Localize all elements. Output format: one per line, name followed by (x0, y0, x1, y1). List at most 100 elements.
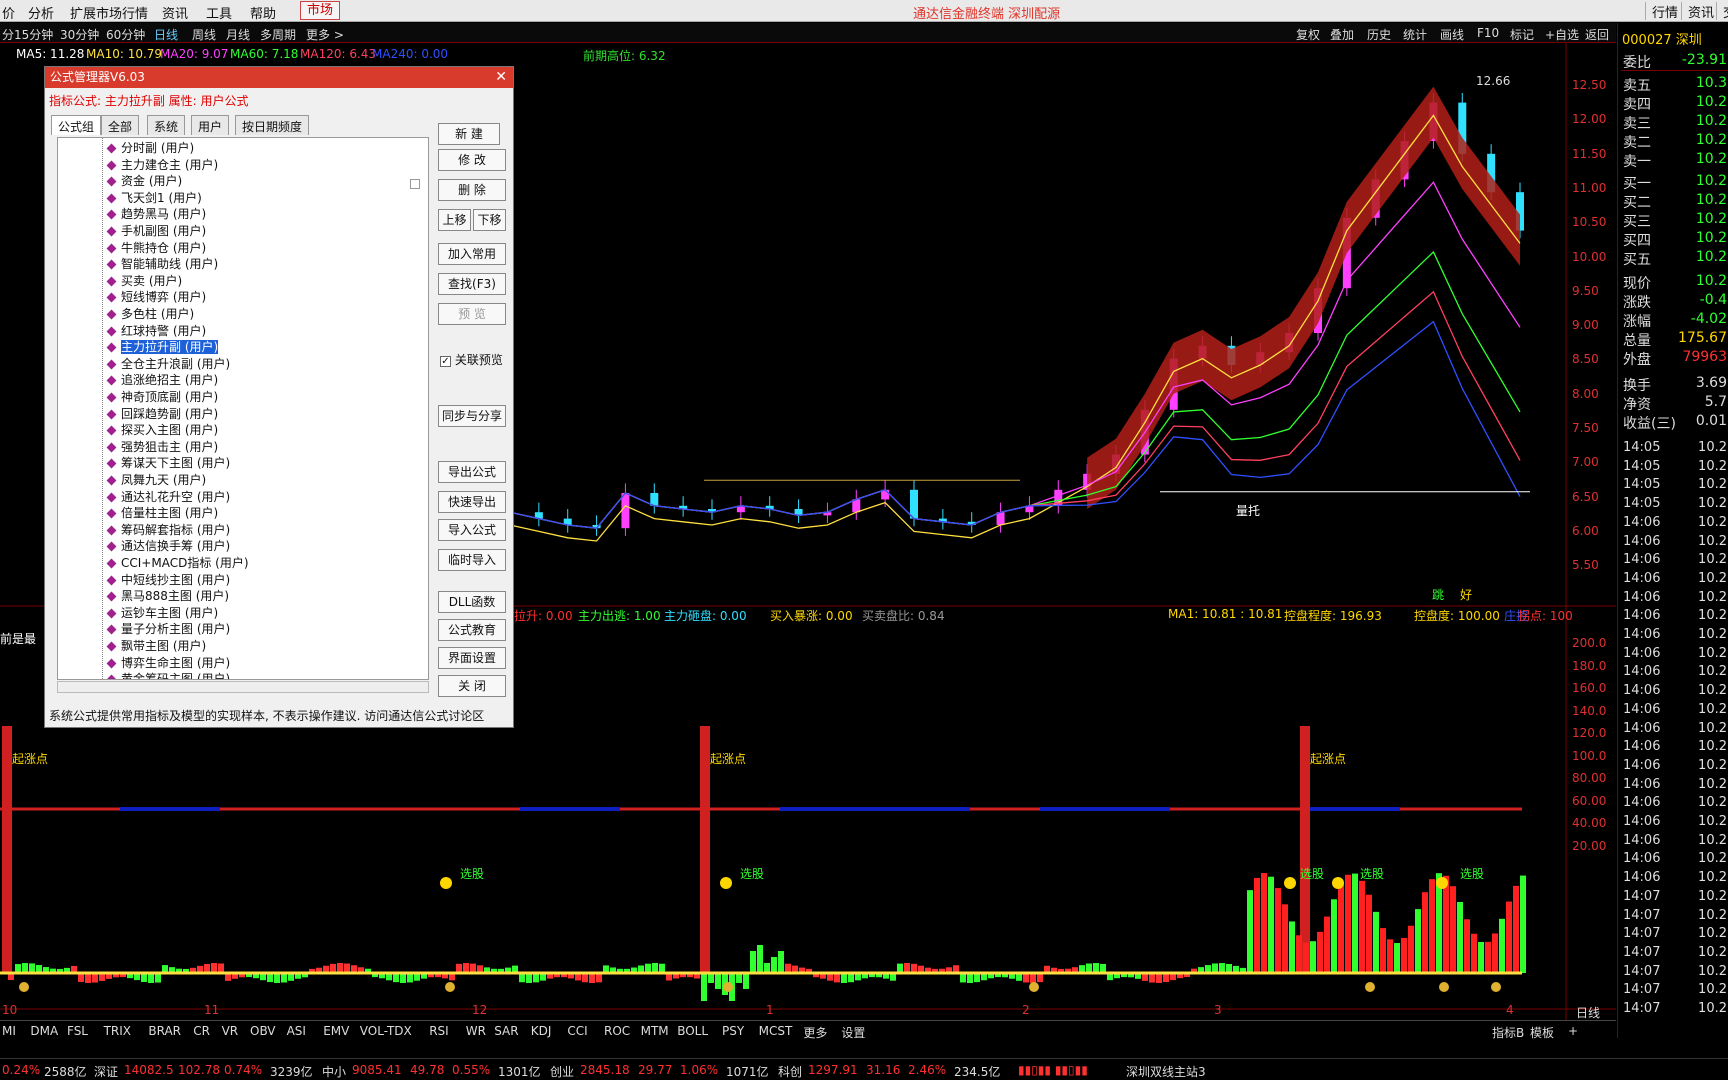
indicator-tab[interactable]: EMV (323, 1024, 349, 1038)
formula-tree-item[interactable]: 量子分析主图 (用户) (106, 620, 230, 636)
tool-add-watchlist[interactable]: +自选 (1545, 26, 1579, 43)
indicator-tab[interactable]: ROC (604, 1024, 630, 1038)
period-more[interactable]: 更多 > (306, 26, 344, 43)
indicator-tab[interactable]: MTM (641, 1024, 669, 1038)
indicator-tab[interactable]: ASI (287, 1024, 306, 1038)
preview-checkbox[interactable]: ✓ 关联预览 (440, 351, 503, 368)
formula-tree-item[interactable]: 黑马888主图 (用户) (106, 587, 229, 603)
indicator-tab[interactable]: MCST (759, 1024, 793, 1038)
period-week[interactable]: 周线 (192, 26, 216, 43)
chart-bottom-tab[interactable]: 指标B (1492, 1024, 1524, 1041)
indicator-tab[interactable]: OBV (250, 1024, 276, 1038)
formula-tree-item[interactable]: 资金 (用户) (106, 172, 182, 188)
menu-item-market[interactable]: 市场 (300, 1, 341, 20)
indicator-tab[interactable]: SAR (494, 1024, 518, 1038)
indicator-tab[interactable]: CR (193, 1024, 210, 1038)
formula-tree-item[interactable]: CCI+MACD指标 (用户) (106, 554, 249, 570)
dialog-button[interactable]: 快速导出 (438, 491, 506, 513)
dialog-button[interactable]: 导出公式 (438, 461, 506, 483)
tool-draw[interactable]: 画线 (1440, 26, 1464, 43)
indicator-tab[interactable]: 设置 (841, 1024, 865, 1041)
tool-stats[interactable]: 统计 (1403, 26, 1427, 43)
formula-tree[interactable]: 分时副 (用户) 主力建仓主 (用户) 资金 (用户) 飞天剑1 (用户) 趋势黑马 (… (57, 137, 429, 680)
indicator-tab[interactable]: VOL-TDX (360, 1024, 412, 1038)
indicator-tab[interactable]: BRAR (148, 1024, 181, 1038)
indicator-tab[interactable]: VR (222, 1024, 239, 1038)
indicator-tab[interactable]: BOLL (677, 1024, 708, 1038)
formula-tree-item[interactable]: 主力建仓主 (用户) (106, 156, 218, 172)
trade-button[interactable]: 交 (1716, 2, 1728, 21)
formula-tree-item[interactable]: 凤舞九天 (用户) (106, 471, 206, 487)
indicator-tab[interactable]: PSY (722, 1024, 744, 1038)
formula-tree-item[interactable]: 趋势黑马 (用户) (106, 205, 206, 221)
tool-f10[interactable]: F10 (1477, 26, 1499, 40)
indicator-tab[interactable]: RSI (429, 1024, 449, 1038)
dialog-button[interactable]: 临时导入 (438, 549, 506, 571)
indicator-tab[interactable]: FSL (67, 1024, 88, 1038)
dialog-button[interactable]: 公式教育 (438, 619, 506, 641)
dialog-tab[interactable]: 公式组 (51, 115, 102, 135)
period-min[interactable]: 分 (2, 26, 14, 43)
formula-tree-item[interactable]: 买卖 (用户) (106, 272, 182, 288)
indicator-tab[interactable]: MI (2, 1024, 16, 1038)
formula-tree-item[interactable]: 探买入主图 (用户) (106, 421, 218, 437)
dialog-title[interactable]: 公式管理器V6.03 (45, 67, 513, 88)
dialog-button[interactable]: 同步与分享 (438, 405, 506, 427)
horizontal-scrollbar[interactable] (57, 681, 429, 693)
formula-tree-item[interactable]: 黄金筹码主图 (用户) (106, 670, 230, 679)
dialog-button[interactable]: 新 建 (438, 123, 500, 145)
period-30min[interactable]: 30分钟 (60, 26, 99, 43)
formula-tree-item[interactable]: 飘带主图 (用户) (106, 637, 206, 653)
formula-tree-item[interactable]: 神奇顶底副 (用户) (106, 388, 218, 404)
tool-history[interactable]: 历史 (1367, 26, 1391, 43)
dialog-button[interactable]: 删 除 (438, 179, 506, 201)
indicator-tab[interactable]: WR (466, 1024, 486, 1038)
menu-item-news[interactable]: 资讯 (162, 3, 188, 22)
period-15min[interactable]: 15分钟 (14, 26, 53, 43)
period-month[interactable]: 月线 (226, 26, 250, 43)
tool-overlay[interactable]: 叠加 (1330, 26, 1354, 43)
period-multi[interactable]: 多周期 (260, 26, 296, 43)
formula-tree-item[interactable]: 主力拉升副 (用户) (106, 338, 219, 355)
formula-tree-item[interactable]: 红球持警 (用户) (106, 322, 206, 338)
news-button[interactable]: 资讯 (1681, 2, 1714, 21)
formula-tree-item[interactable]: 筹谋天下主图 (用户) (106, 454, 230, 470)
indicator-tab[interactable]: 更多 (803, 1024, 827, 1041)
formula-tree-item[interactable]: 回踩趋势副 (用户) (106, 405, 218, 421)
period-day[interactable]: 日线 (154, 26, 178, 43)
formula-tree-item[interactable]: 筹码解套指标 (用户) (106, 521, 230, 537)
formula-tree-item[interactable]: 牛熊持仓 (用户) (106, 239, 206, 255)
formula-tree-item[interactable]: 追涨绝招主 (用户) (106, 371, 218, 387)
dialog-tab[interactable]: 全部 (101, 115, 140, 135)
dialog-button[interactable]: 查找(F3) (438, 273, 506, 295)
tool-fuquan[interactable]: 复权 (1296, 26, 1320, 43)
formula-tree-item[interactable]: 飞天剑1 (用户) (106, 189, 202, 205)
close-icon[interactable]: ✕ (495, 67, 507, 88)
formula-tree-item[interactable]: 智能辅助线 (用户) (106, 255, 218, 271)
menu-item-extended-market[interactable]: 扩展市场行情 (70, 3, 148, 22)
status-main-site[interactable]: 深圳双线主站3 (1126, 1063, 1206, 1080)
quote-button[interactable]: 行情 (1645, 2, 1678, 21)
formula-tree-item[interactable]: 多色柱 (用户) (106, 305, 194, 321)
dialog-button[interactable]: 导入公式 (438, 519, 506, 541)
chart-bottom-tab[interactable]: + (1568, 1024, 1578, 1038)
tool-mark[interactable]: 标记 (1510, 26, 1534, 43)
dialog-button[interactable]: 加入常用 (438, 243, 506, 265)
dialog-tab[interactable]: 系统 (147, 115, 186, 135)
indicator-tab[interactable]: CCI (567, 1024, 587, 1038)
dialog-button[interactable]: 关 闭 (438, 675, 506, 697)
dialog-button[interactable]: 界面设置 (438, 647, 506, 669)
formula-tree-item[interactable]: 运钞车主图 (用户) (106, 604, 218, 620)
dialog-button[interactable]: 上移 (438, 209, 471, 231)
menu-item-tools[interactable]: 工具 (206, 3, 232, 22)
indicator-tab[interactable]: DMA (30, 1024, 58, 1038)
period-60min[interactable]: 60分钟 (106, 26, 145, 43)
dialog-button[interactable]: 预 览 (438, 303, 506, 325)
menu-item-price[interactable]: 价 (2, 3, 15, 22)
formula-tree-item[interactable]: 分时副 (用户) (106, 139, 194, 155)
formula-tree-item[interactable]: 倍量柱主图 (用户) (106, 504, 218, 520)
dialog-tab[interactable]: 用户 (191, 115, 230, 135)
formula-tree-item[interactable]: 通达信换手筹 (用户) (106, 537, 230, 553)
formula-tree-item[interactable]: 博弈生命主图 (用户) (106, 654, 230, 670)
dialog-button[interactable]: DLL函数 (438, 591, 506, 613)
